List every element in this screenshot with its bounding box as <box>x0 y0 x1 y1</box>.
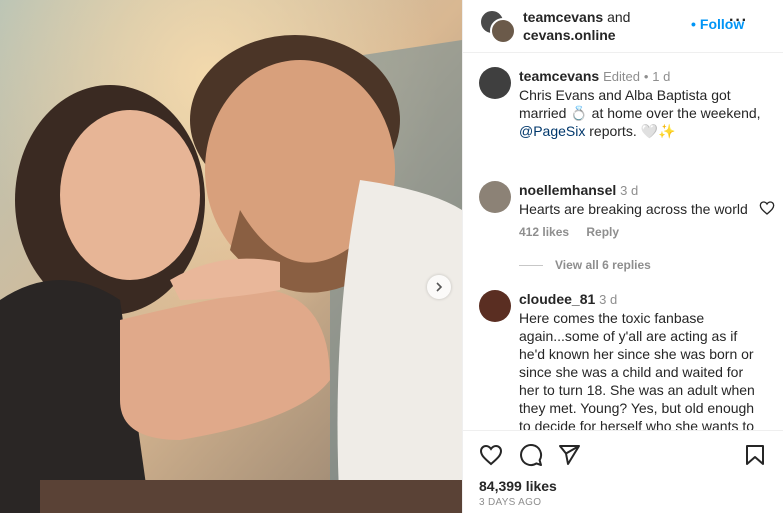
caption-text-after: reports. <box>585 123 641 139</box>
like-count[interactable]: 84,399 likes <box>479 478 557 494</box>
next-photo-button[interactable] <box>427 275 451 299</box>
caption-separator: • <box>643 69 649 84</box>
heart-icon[interactable] <box>479 443 503 467</box>
comment-time: 3 d <box>620 183 639 198</box>
avatar[interactable] <box>479 290 511 322</box>
comment-username[interactable]: noellemhansel <box>519 182 616 198</box>
comment: noellemhansel 3 d Hearts are breaking ac… <box>519 181 759 218</box>
header-usernames: teamcevans and cevans.online <box>523 8 630 44</box>
post-photo <box>0 0 462 513</box>
comments-area[interactable]: teamcevans Edited • 1 d Chris Evans and … <box>463 54 783 430</box>
comment-icon[interactable] <box>519 443 543 467</box>
comment-time: 3 d <box>599 292 618 307</box>
post-media[interactable] <box>0 0 462 513</box>
post-timestamp: 3 DAYS AGO <box>479 497 542 508</box>
view-replies-label: View all 6 replies <box>555 258 651 272</box>
chevron-right-icon <box>436 282 443 292</box>
header-username-2[interactable]: cevans.online <box>523 27 616 43</box>
instagram-post: teamcevans and cevans.online • Follow ···… <box>0 0 783 513</box>
caption-text-mid: at home over the weekend, <box>587 105 761 121</box>
follow-dot: • <box>691 16 696 32</box>
caption-edited: Edited <box>603 69 640 84</box>
caption-username[interactable]: teamcevans <box>519 68 599 84</box>
post-header: teamcevans and cevans.online • Follow ··· <box>463 0 783 53</box>
divider <box>519 265 543 267</box>
comment-text: Here comes the toxic fanbase again...som… <box>519 310 755 430</box>
caption-emoji: 🤍✨ <box>640 123 676 139</box>
ring-emoji: 💍 <box>570 105 588 121</box>
action-bar: 84,399 likes 3 DAYS AGO <box>463 430 783 513</box>
caption-time: 1 d <box>652 69 671 84</box>
avatar[interactable] <box>479 181 511 213</box>
comment-text: Hearts are breaking across the world <box>519 201 748 217</box>
comment-username[interactable]: cloudee_81 <box>519 291 595 307</box>
reply-button[interactable]: Reply <box>586 225 619 239</box>
send-icon[interactable] <box>557 443 581 467</box>
header-username-1[interactable]: teamcevans <box>523 9 603 25</box>
avatar[interactable] <box>479 67 511 99</box>
bookmark-icon[interactable] <box>743 443 767 467</box>
heart-icon[interactable] <box>759 200 775 216</box>
comment-likes[interactable]: 412 likes <box>519 225 569 239</box>
view-replies-button[interactable]: View all 6 replies <box>519 258 651 272</box>
mention-link[interactable]: @PageSix <box>519 123 585 139</box>
comment-actions: 412 likes Reply <box>519 225 633 239</box>
caption: teamcevans Edited • 1 d Chris Evans and … <box>519 67 764 140</box>
more-options-button[interactable]: ··· <box>729 12 748 30</box>
avatar[interactable] <box>490 18 516 44</box>
header-conjunction: and <box>607 9 631 25</box>
comment: cloudee_81 3 d Here comes the toxic fanb… <box>519 290 759 430</box>
post-sidebar: teamcevans and cevans.online • Follow ···… <box>462 0 783 513</box>
